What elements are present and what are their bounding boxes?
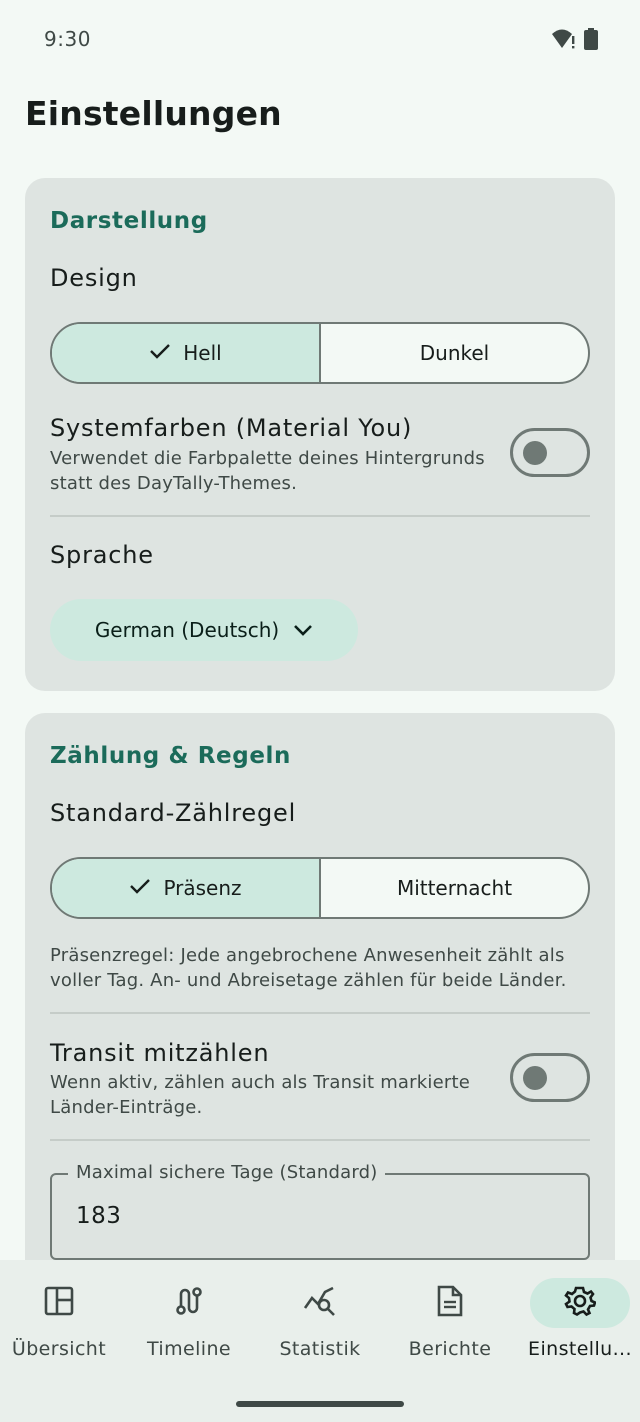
rule-option-presence-label: Präsenz [163, 876, 242, 900]
bottom-navigation: Übersicht Timeline Statistik Berichte Ei… [0, 1260, 640, 1422]
rule-option-presence[interactable]: Präsenz [52, 859, 319, 917]
document-icon [437, 1285, 463, 1321]
transit-toggle[interactable] [510, 1053, 590, 1102]
nav-label: Berichte [408, 1338, 492, 1360]
toggle-knob [523, 1066, 547, 1090]
max-days-label: Maximal sichere Tage (Standard) [68, 1162, 386, 1183]
status-time: 9:30 [44, 27, 91, 51]
nav-item-overview[interactable]: Übersicht [0, 1278, 124, 1360]
language-value: German (Deutsch) [94, 618, 280, 642]
section-title-appearance: Darstellung [50, 208, 208, 234]
nav-item-reports[interactable]: Berichte [385, 1278, 515, 1360]
language-label: Sprache [50, 541, 154, 569]
rule-helper-text: Präsenzregel: Jede angebrochene Anwesenh… [50, 945, 567, 991]
max-days-value[interactable]: 183 [76, 1203, 121, 1229]
section-title-counting: Zählung & Regeln [50, 743, 291, 769]
query-stats-icon [303, 1286, 337, 1320]
design-option-dark[interactable]: Dunkel [319, 324, 588, 382]
nav-item-timeline[interactable]: Timeline [124, 1278, 254, 1360]
nav-label: Übersicht [11, 1338, 107, 1360]
nav-item-settings[interactable]: Einstellu... [515, 1278, 640, 1360]
home-indicator[interactable] [236, 1401, 404, 1407]
nav-label: Statistik [279, 1338, 361, 1360]
status-bar: 9:30 [0, 0, 640, 80]
divider [50, 515, 590, 517]
battery-icon [584, 28, 598, 54]
toggle-knob [523, 441, 547, 465]
system-colors-subtitle: Verwendet die Farbpalette deines Hinterg… [50, 448, 485, 494]
divider [50, 1139, 590, 1141]
rule-label: Standard-Zählregel [50, 799, 297, 827]
counting-card: Zählung & Regeln Standard-Zählregel Präs… [25, 713, 615, 1313]
wifi-alert-icon [552, 28, 576, 54]
page-title: Einstellungen [25, 94, 282, 133]
design-option-light-label: Hell [183, 341, 222, 365]
rule-option-midnight[interactable]: Mitternacht [319, 859, 588, 917]
design-label: Design [50, 264, 138, 292]
dashboard-icon [44, 1286, 74, 1320]
design-segmented-control: Hell Dunkel [50, 322, 590, 384]
design-option-dark-label: Dunkel [419, 341, 490, 365]
language-dropdown[interactable]: German (Deutsch) [50, 599, 358, 661]
settings-icon [564, 1285, 597, 1321]
check-icon [129, 876, 151, 900]
transit-title: Transit mitzählen [50, 1039, 270, 1067]
status-icons [552, 28, 598, 54]
nav-label: Timeline [147, 1338, 231, 1360]
system-colors-title: Systemfarben (Material You) [50, 414, 413, 442]
nav-label: Einstellu... [528, 1338, 632, 1360]
design-option-light[interactable]: Hell [52, 324, 319, 382]
chevron-down-icon [293, 618, 313, 642]
rule-segmented-control: Präsenz Mitternacht [50, 857, 590, 919]
rule-option-midnight-label: Mitternacht [396, 876, 513, 900]
system-colors-toggle[interactable] [510, 428, 590, 477]
route-icon [174, 1286, 204, 1320]
appearance-card: Darstellung Design Hell Dunkel Systemfar… [25, 178, 615, 691]
check-icon [149, 341, 171, 365]
divider [50, 1012, 590, 1014]
max-days-field[interactable]: Maximal sichere Tage (Standard) 183 [50, 1162, 590, 1260]
transit-subtitle: Wenn aktiv, zählen auch als Transit mark… [50, 1072, 470, 1118]
nav-item-statistics[interactable]: Statistik [255, 1278, 385, 1360]
